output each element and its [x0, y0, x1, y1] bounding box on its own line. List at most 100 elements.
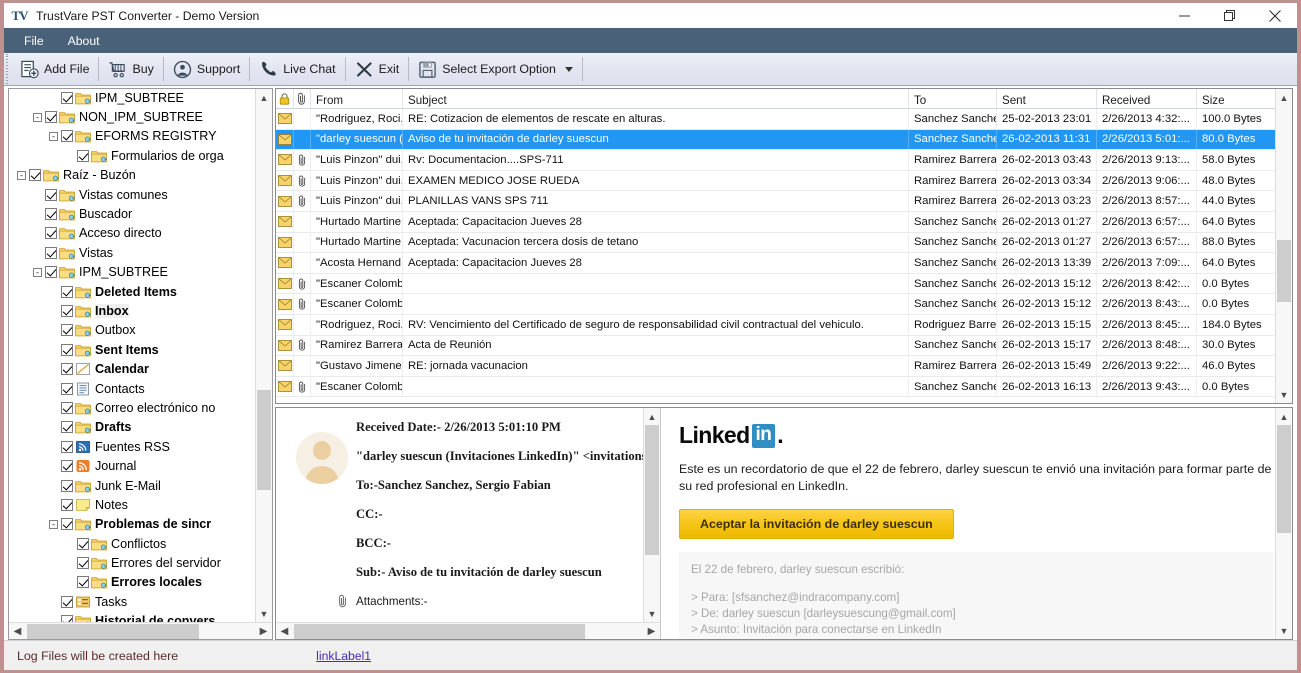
- column-header-to[interactable]: To: [909, 89, 997, 108]
- preview-body-scroll-thumb[interactable]: [1277, 425, 1291, 534]
- scroll-down-icon[interactable]: ▼: [1276, 622, 1292, 639]
- message-list-vertical-scrollbar[interactable]: ▲ ▼: [1275, 89, 1292, 403]
- preview-left-scroll-thumb[interactable]: [645, 425, 659, 555]
- tree-item-checkbox[interactable]: [77, 149, 89, 162]
- tree-item[interactable]: Inbox: [9, 301, 262, 320]
- tree-item-checkbox[interactable]: [61, 498, 73, 511]
- live-chat-button[interactable]: Live Chat: [250, 53, 344, 85]
- message-row[interactable]: "Acosta Hernand... Aceptada: Capacitacion…: [276, 253, 1292, 274]
- tree-item[interactable]: - NON_IPM_SUBTREE: [9, 107, 262, 126]
- tree-item[interactable]: Historial de convers: [9, 612, 262, 622]
- tree-item-checkbox[interactable]: [45, 188, 57, 201]
- tree-item[interactable]: IPM_SUBTREE: [9, 89, 262, 107]
- preview-left-horizontal-scrollbar[interactable]: ◀ ▶: [276, 622, 660, 639]
- tree-item-checkbox[interactable]: [61, 130, 73, 143]
- tree-item-checkbox[interactable]: [45, 111, 57, 124]
- message-row[interactable]: "Hurtado Martine... Aceptada: Vacunacion …: [276, 232, 1292, 254]
- tree-expander-icon[interactable]: -: [33, 112, 42, 122]
- tree-item-checkbox[interactable]: [45, 266, 57, 279]
- tree-item-checkbox[interactable]: [45, 246, 57, 259]
- scroll-down-icon[interactable]: ▼: [1276, 386, 1292, 403]
- menu-file[interactable]: File: [12, 31, 56, 51]
- tree-item-checkbox[interactable]: [77, 576, 89, 589]
- tree-item[interactable]: Buscador: [9, 204, 262, 223]
- tree-item-checkbox[interactable]: [61, 460, 73, 473]
- tree-item[interactable]: Errores locales: [9, 573, 262, 592]
- tree-item[interactable]: Errores del servidor: [9, 553, 262, 572]
- tree-item[interactable]: Junk E-Mail: [9, 476, 262, 495]
- accept-invitation-button[interactable]: Aceptar la invitación de darley suescun: [679, 509, 954, 539]
- message-row[interactable]: "Escaner Colomb... Sanchez Sanche...26-02…: [276, 376, 1292, 398]
- tree-item-checkbox[interactable]: [61, 518, 73, 531]
- scroll-up-icon[interactable]: ▲: [644, 408, 660, 425]
- preview-left-vertical-scrollbar[interactable]: ▲ ▼: [643, 408, 660, 622]
- column-header-from[interactable]: From: [311, 89, 403, 108]
- minimize-icon[interactable]: [1162, 3, 1207, 28]
- scroll-up-icon[interactable]: ▲: [1276, 89, 1292, 106]
- tree-item-checkbox[interactable]: [61, 595, 73, 608]
- tree-item[interactable]: Acceso directo: [9, 224, 262, 243]
- tree-item-checkbox[interactable]: [61, 479, 73, 492]
- message-row[interactable]: "Rodriguez, Roci... RE: Cotizacion de ele…: [276, 109, 1292, 130]
- tree-item[interactable]: - Problemas de sincr: [9, 515, 262, 534]
- support-button[interactable]: Support: [164, 53, 249, 85]
- column-header-subject[interactable]: Subject: [403, 89, 909, 108]
- tree-item[interactable]: Vistas: [9, 243, 262, 262]
- menu-about[interactable]: About: [56, 31, 112, 51]
- scroll-right-icon[interactable]: ▶: [255, 623, 272, 640]
- tree-item[interactable]: Journal: [9, 456, 262, 475]
- chevron-down-icon[interactable]: [564, 66, 573, 72]
- tree-item-checkbox[interactable]: [61, 421, 73, 434]
- preview-body-vertical-scrollbar[interactable]: ▲ ▼: [1275, 408, 1292, 639]
- tree-item[interactable]: Deleted Items: [9, 282, 262, 301]
- tree-item[interactable]: Fuentes RSS: [9, 437, 262, 456]
- toolbar-grip[interactable]: [4, 53, 11, 85]
- message-row[interactable]: "darley suescun (... Aviso de tu invitaci…: [276, 129, 1292, 151]
- tree-item-checkbox[interactable]: [61, 401, 73, 414]
- message-row[interactable]: "Escaner Colomb... Sanchez Sanche...26-02…: [276, 294, 1292, 315]
- tree-item[interactable]: - Raíz - Buzón: [9, 166, 262, 185]
- scroll-down-icon[interactable]: ▼: [644, 605, 660, 622]
- tree-item-checkbox[interactable]: [61, 440, 73, 453]
- scroll-left-icon[interactable]: ◀: [9, 623, 26, 640]
- tree-expander-icon[interactable]: -: [33, 267, 42, 277]
- tree-item-checkbox[interactable]: [45, 208, 57, 221]
- tree-item[interactable]: Calendar: [9, 359, 262, 378]
- message-row[interactable]: "Hurtado Martine... Aceptada: Capacitacio…: [276, 211, 1292, 233]
- tree-item[interactable]: Tasks: [9, 592, 262, 611]
- tree-item[interactable]: Contacts: [9, 379, 262, 398]
- tree-item[interactable]: - EFORMS REGISTRY: [9, 127, 262, 146]
- tree-expander-icon[interactable]: -: [17, 170, 26, 180]
- message-row[interactable]: "Ramirez Barrera... Acta de Reunión Sanche…: [276, 335, 1292, 357]
- scroll-up-icon[interactable]: ▲: [1276, 408, 1292, 425]
- tree-item-checkbox[interactable]: [61, 343, 73, 356]
- tree-item[interactable]: - IPM_SUBTREE: [9, 263, 262, 282]
- tree-item-checkbox[interactable]: [77, 557, 89, 570]
- tree-item-checkbox[interactable]: [77, 537, 89, 550]
- tree-item-checkbox[interactable]: [61, 615, 73, 622]
- tree-item-checkbox[interactable]: [45, 227, 57, 240]
- add-file-button[interactable]: Add File: [11, 53, 98, 85]
- scroll-right-icon[interactable]: ▶: [643, 623, 660, 640]
- tree-expander-icon[interactable]: -: [49, 131, 58, 141]
- tree-item-checkbox[interactable]: [29, 169, 41, 182]
- message-row[interactable]: "Escaner Colomb... Sanchez Sanche...26-02…: [276, 273, 1292, 295]
- restore-icon[interactable]: [1207, 3, 1252, 28]
- folder-tree-scroll-area[interactable]: IPM_SUBTREE - NON_IPM_SUBTREE - EFORMS REGIS…: [9, 89, 272, 622]
- tree-item[interactable]: Vistas comunes: [9, 185, 262, 204]
- tree-item[interactable]: Correo electrónico no: [9, 398, 262, 417]
- column-header-attachment[interactable]: [294, 89, 311, 108]
- message-row[interactable]: "Luis Pinzon" dui... EXAMEN MEDICO JOSE R…: [276, 170, 1292, 192]
- tree-scroll-thumb[interactable]: [257, 390, 271, 491]
- buy-button[interactable]: Buy: [99, 53, 162, 85]
- exit-button[interactable]: Exit: [346, 53, 409, 85]
- message-row[interactable]: "Gustavo Jimene... RE: jornada vacunacion…: [276, 356, 1292, 377]
- preview-left-hscroll-thumb[interactable]: [294, 623, 585, 639]
- tree-hscroll-thumb[interactable]: [27, 623, 199, 639]
- scroll-left-icon[interactable]: ◀: [276, 623, 293, 640]
- tree-item-checkbox[interactable]: [61, 382, 73, 395]
- column-header-received[interactable]: Received: [1097, 89, 1197, 108]
- tree-expander-icon[interactable]: -: [49, 519, 58, 529]
- tree-item-checkbox[interactable]: [61, 285, 73, 298]
- tree-item-checkbox[interactable]: [61, 304, 73, 317]
